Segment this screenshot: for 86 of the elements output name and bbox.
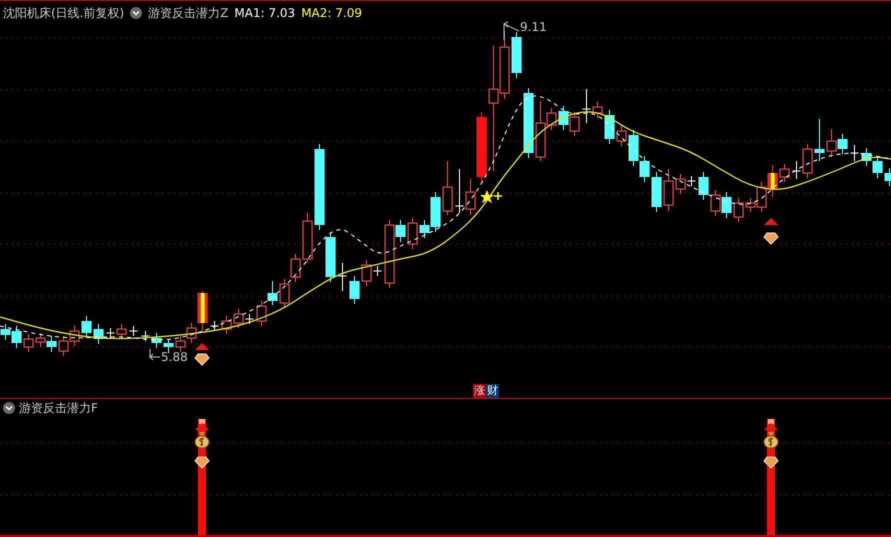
candlestick bbox=[872, 156, 882, 178]
candlestick bbox=[82, 316, 92, 338]
candlestick bbox=[838, 134, 848, 154]
candlestick bbox=[884, 168, 891, 186]
candlestick bbox=[734, 198, 744, 222]
money-bag-icon bbox=[764, 432, 778, 448]
candlestick bbox=[152, 332, 162, 348]
up-triangle-icon bbox=[195, 423, 209, 430]
ma-reading: MA1: 7.03 bbox=[234, 5, 296, 21]
candlestick bbox=[652, 172, 662, 212]
diamond-icon bbox=[763, 456, 779, 469]
candlestick bbox=[70, 326, 80, 346]
candlestick bbox=[664, 168, 674, 212]
candlestick bbox=[0, 324, 10, 340]
diamond-icon bbox=[763, 232, 779, 245]
candlestick bbox=[302, 212, 312, 264]
candlestick bbox=[698, 172, 708, 200]
candlestick bbox=[222, 316, 232, 334]
candlestick bbox=[850, 144, 859, 162]
candlestick bbox=[234, 308, 244, 328]
stock-title: 沈阳机床(日线.前复权) bbox=[3, 5, 124, 21]
candlestick bbox=[792, 160, 801, 180]
candlestick bbox=[616, 126, 626, 146]
candlestick bbox=[362, 260, 372, 286]
candlestick bbox=[512, 32, 522, 78]
candlestick bbox=[164, 338, 174, 354]
candlestick bbox=[106, 328, 115, 338]
candlestick bbox=[58, 336, 68, 356]
candlestick bbox=[442, 160, 452, 216]
candlestick bbox=[268, 280, 278, 306]
up-triangle-icon bbox=[195, 343, 209, 350]
candlestick bbox=[408, 218, 418, 250]
candlestick bbox=[245, 314, 254, 324]
candlestick bbox=[94, 324, 104, 344]
signal-badge: 涨 bbox=[473, 384, 486, 398]
candlestick bbox=[24, 334, 34, 352]
candlestick bbox=[12, 326, 22, 348]
money-bag-icon bbox=[194, 432, 210, 448]
dropdown-icon[interactable] bbox=[130, 7, 142, 19]
candlestick bbox=[604, 110, 614, 144]
candlestick bbox=[558, 106, 568, 130]
candlestick bbox=[640, 156, 650, 182]
candlestick bbox=[582, 88, 591, 124]
candlestick bbox=[141, 330, 150, 342]
candlestick bbox=[350, 276, 360, 304]
ma-reading: MA2: 7.09 bbox=[301, 5, 362, 21]
star-icon bbox=[480, 190, 494, 203]
price-label: 9.11 bbox=[520, 20, 547, 34]
candlestick bbox=[592, 102, 602, 118]
dropdown-icon[interactable] bbox=[3, 402, 15, 414]
indicator-name: 游资反击潜力Z bbox=[148, 5, 228, 21]
candlestick bbox=[116, 324, 126, 340]
candlestick bbox=[676, 174, 686, 194]
up-triangle-icon bbox=[764, 423, 778, 430]
candlestick bbox=[570, 112, 580, 136]
diamond-icon bbox=[194, 354, 210, 366]
diamond-icon bbox=[194, 456, 210, 469]
candlestick bbox=[802, 144, 812, 178]
signal-badge: 财 bbox=[486, 384, 499, 398]
candlestick bbox=[176, 336, 186, 352]
up-triangle-icon bbox=[764, 218, 778, 225]
candlestick bbox=[628, 130, 638, 166]
candlestick bbox=[280, 278, 290, 308]
price-label: 5.88 bbox=[161, 350, 188, 364]
candlestick bbox=[256, 300, 266, 326]
candlestick bbox=[455, 168, 464, 214]
candlestick bbox=[338, 262, 347, 292]
candlestick bbox=[46, 336, 56, 352]
candlestick bbox=[768, 164, 778, 198]
indicator-name: 游资反击潜力F bbox=[19, 400, 98, 416]
leader-line bbox=[504, 22, 520, 40]
candlestick bbox=[290, 254, 300, 282]
leader-line bbox=[150, 348, 160, 360]
candlestick bbox=[814, 118, 824, 162]
candlestick bbox=[826, 128, 836, 158]
candlestick bbox=[780, 164, 790, 182]
candlestick bbox=[710, 190, 720, 216]
candlestick bbox=[687, 176, 696, 186]
plus-icon bbox=[493, 191, 503, 201]
candlestick bbox=[210, 320, 219, 332]
candlestick bbox=[722, 192, 732, 218]
candlestick bbox=[862, 148, 872, 166]
candlestick bbox=[524, 88, 534, 158]
candlestick bbox=[129, 326, 138, 336]
candlestick bbox=[36, 332, 46, 348]
candlestick bbox=[373, 266, 382, 276]
